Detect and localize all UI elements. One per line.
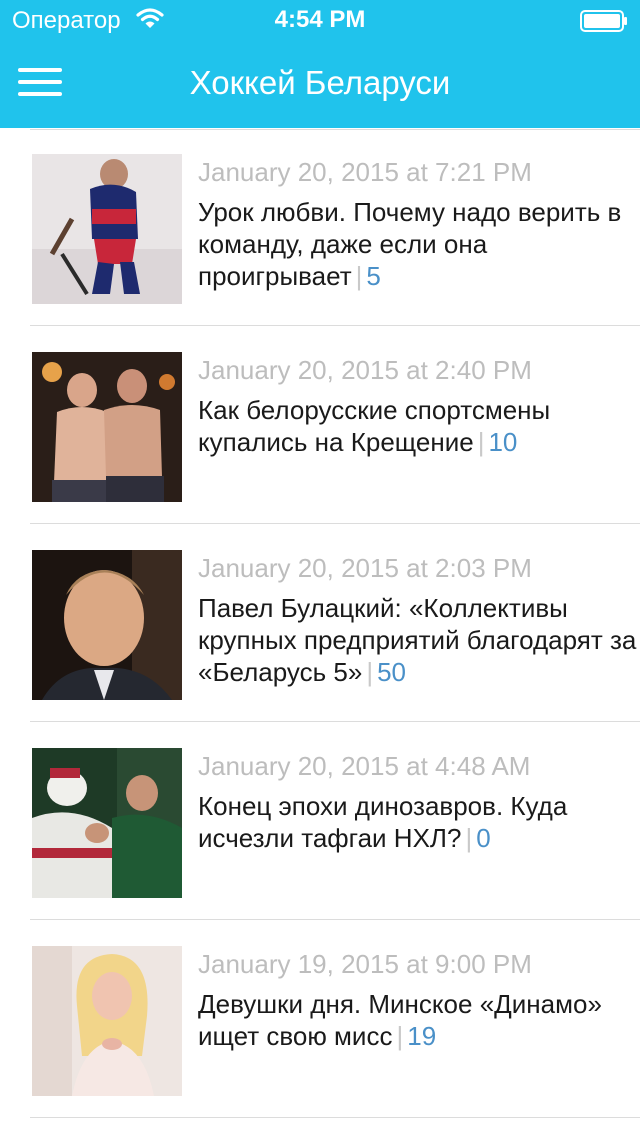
news-date: January 20, 2015 at 7:21 PM (198, 157, 532, 187)
separator: | (477, 427, 485, 457)
news-item[interactable]: January 20, 2015 at 2:03 PM Павел Булацк… (30, 524, 640, 722)
battery-icon (580, 10, 627, 32)
news-item[interactable]: January 20, 2015 at 2:40 PM Как белорусс… (30, 326, 640, 524)
news-feed[interactable]: January 20, 2015 at 7:21 PM Урок любви. … (0, 128, 640, 1118)
status-bar: Оператор 4:54 PM (0, 0, 640, 40)
news-item[interactable]: January 20, 2015 at 7:21 PM Урок любви. … (30, 128, 640, 326)
separator: | (366, 657, 374, 687)
status-time: 4:54 PM (274, 6, 366, 33)
news-item[interactable]: January 20, 2015 at 4:48 AM Конец эпохи … (30, 722, 640, 920)
comment-count: 19 (407, 1021, 437, 1051)
news-thumbnail (32, 946, 182, 1096)
comment-count: 5 (366, 261, 381, 291)
comment-count: 10 (488, 427, 518, 457)
news-date: January 19, 2015 at 9:00 PM (198, 949, 532, 979)
news-title: Конец эпохи динозавров. Куда исчезли таф… (198, 791, 568, 853)
app-header: Оператор 4:54 PM Хоккей Беларуси (0, 0, 640, 128)
news-date: January 20, 2015 at 4:48 AM (198, 751, 531, 781)
news-title: Павел Булацкий: «Коллективы крупных пред… (198, 593, 637, 687)
news-date: January 20, 2015 at 2:03 PM (198, 553, 532, 583)
news-title-block: Конец эпохи динозавров. Куда исчезли таф… (198, 790, 638, 854)
comment-count: 0 (476, 823, 491, 853)
news-item[interactable]: January 19, 2015 at 9:00 PM Девушки дня.… (30, 920, 640, 1118)
comment-count: 50 (377, 657, 407, 687)
news-title-block: Как белорусские спортсмены купались на К… (198, 394, 638, 458)
page-title: Хоккей Беларуси (189, 64, 451, 101)
news-title-block: Павел Булацкий: «Коллективы крупных пред… (198, 592, 638, 688)
separator: | (465, 823, 473, 853)
news-thumbnail (32, 748, 182, 898)
news-title-block: Девушки дня. Минское «Динамо» ищет свою … (198, 988, 638, 1052)
separator: | (396, 1021, 404, 1051)
news-thumbnail (32, 550, 182, 700)
navigation-bar: Хоккей Беларуси (0, 40, 640, 128)
news-title-block: Урок любви. Почему надо верить в команду… (198, 196, 638, 292)
separator: | (355, 261, 363, 291)
news-date: January 20, 2015 at 2:40 PM (198, 355, 532, 385)
news-thumbnail (32, 352, 182, 502)
news-title: Урок любви. Почему надо верить в команду… (198, 197, 622, 291)
news-thumbnail (32, 154, 182, 304)
